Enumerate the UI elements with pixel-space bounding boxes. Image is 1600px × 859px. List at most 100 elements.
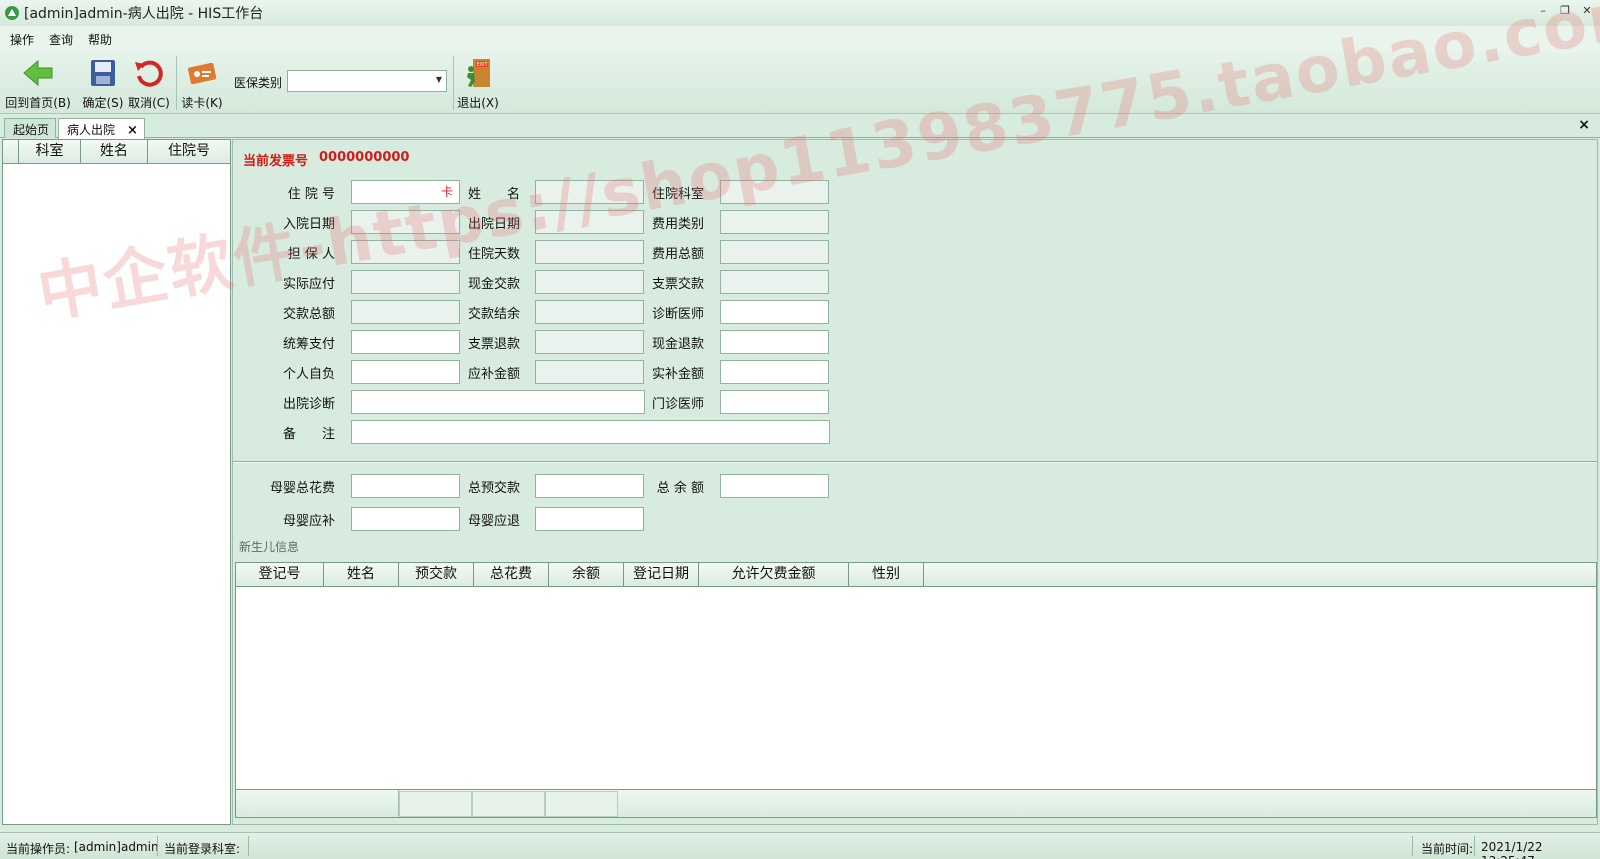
- tab-close-icon[interactable]: ×: [127, 123, 138, 138]
- toolbar: 回到首页(B) 确定(S) 取消(C) 读卡(K) 医保类别 ▼ EXIT 退出…: [0, 52, 1600, 114]
- title-bar: [admin]admin-病人出院 - HIS工作台 – ❐ ✕: [0, 0, 1600, 26]
- mother-baby-supplement-label: 母婴应补: [282, 514, 335, 529]
- total-fee-label: 费用总额: [651, 247, 704, 262]
- dept-label: 当前登录科室:: [164, 842, 241, 856]
- time-label: 当前时间:: [1421, 842, 1474, 856]
- total-balance-input[interactable]: [720, 474, 829, 498]
- read-card-button[interactable]: 读卡(K): [181, 52, 223, 114]
- discharge-diagnosis-label: 出院诊断: [282, 397, 335, 412]
- footer-sum-total-cost: [472, 791, 545, 817]
- fee-category-input[interactable]: [720, 210, 829, 234]
- col-prepaid[interactable]: 预交款: [399, 563, 474, 586]
- home-button[interactable]: 回到首页(B): [4, 52, 72, 114]
- discharge-panel: 当前发票号 0000000000 住 院 号 卡 姓 名 住院科室 入院日期 出…: [232, 139, 1598, 825]
- app-icon: [5, 6, 19, 20]
- footer-sum-balance: [545, 791, 618, 817]
- exit-button[interactable]: EXIT 退出(X): [456, 52, 500, 114]
- close-all-tabs-icon[interactable]: ×: [1578, 117, 1590, 133]
- outpatient-doctor-input[interactable]: [720, 390, 829, 414]
- close-icon[interactable]: ✕: [1580, 4, 1594, 18]
- diagnosis-doctor-input[interactable]: [720, 300, 829, 324]
- remarks-label: 备 注: [282, 427, 335, 442]
- menu-query[interactable]: 查询: [48, 29, 74, 50]
- window-title: [admin]admin-病人出院 - HIS工作台: [24, 6, 264, 22]
- inpatient-no-label: 住 院 号: [287, 187, 335, 202]
- chevron-down-icon: ▼: [435, 75, 442, 84]
- mother-baby-total-label: 母婴总花费: [269, 481, 335, 496]
- cash-refund-input[interactable]: [720, 330, 829, 354]
- pooled-payment-label: 统筹支付: [282, 337, 335, 352]
- exit-door-icon: EXIT: [467, 59, 490, 87]
- newborn-grid-footer: [236, 789, 1596, 817]
- mother-baby-refund-label: 母婴应退: [467, 514, 520, 529]
- total-prepaid-label: 总预交款: [467, 481, 520, 496]
- actual-supplement-input[interactable]: [720, 360, 829, 384]
- payment-balance-label: 交款结余: [467, 307, 520, 322]
- col-balance[interactable]: 余额: [549, 563, 624, 586]
- id-card-icon: [187, 62, 217, 85]
- menu-help[interactable]: 帮助: [87, 29, 113, 50]
- tab-bar: 起始页 病人出院 × ×: [0, 115, 1600, 139]
- footer-sum-prepaid: [399, 791, 472, 817]
- tab-patient-discharge[interactable]: 病人出院 ×: [58, 118, 145, 139]
- tab-start-page[interactable]: 起始页: [4, 118, 57, 138]
- back-arrow-icon: [23, 59, 53, 87]
- current-time: 2021/1/22 13:25:47: [1481, 840, 1543, 859]
- ward-dept-input[interactable]: [720, 180, 829, 204]
- actual-payable-label: 实际应付: [282, 277, 335, 292]
- toolbar-separator: [176, 56, 177, 110]
- section-divider: [233, 461, 1597, 463]
- remarks-input[interactable]: [351, 420, 830, 444]
- confirm-button[interactable]: 确定(S): [82, 52, 124, 114]
- menu-bar: 操作 查询 帮助: [0, 26, 1600, 52]
- name-label: 姓 名: [467, 187, 520, 202]
- col-dept[interactable]: 科室: [19, 140, 81, 163]
- col-name[interactable]: 姓名: [81, 140, 148, 163]
- payment-total-label: 交款总额: [282, 307, 335, 322]
- outpatient-doctor-label: 门诊医师: [651, 397, 704, 412]
- newborn-grid-header: 登记号 姓名 预交款 总花费 余额 登记日期 允许欠费金额 性别: [236, 563, 1596, 587]
- days-label: 住院天数: [467, 247, 520, 262]
- restore-icon[interactable]: ❐: [1558, 4, 1572, 18]
- due-supplement-label: 应补金额: [467, 367, 520, 382]
- diagnosis-doctor-label: 诊断医师: [651, 307, 704, 322]
- status-bar: 当前操作员: [admin]admin 当前登录科室: 当前时间: 2021/1…: [0, 832, 1600, 859]
- newborn-section-title: 新生儿信息: [239, 540, 300, 554]
- insurance-type-label: 医保类别: [234, 76, 283, 90]
- actual-supplement-label: 实补金额: [651, 367, 704, 382]
- cash-payment-label: 现金交款: [467, 277, 520, 292]
- cash-refund-label: 现金退款: [651, 337, 704, 352]
- admission-date-label: 入院日期: [282, 217, 335, 232]
- check-payment-label: 支票交款: [651, 277, 704, 292]
- operator-value: [admin]admin: [74, 840, 159, 854]
- exit-sign-text: EXIT: [476, 62, 488, 68]
- fee-category-label: 费用类别: [651, 217, 704, 232]
- col-total-cost[interactable]: 总花费: [474, 563, 549, 586]
- mother-baby-refund-input[interactable]: [535, 507, 644, 531]
- menu-operate[interactable]: 操作: [9, 29, 35, 50]
- self-pay-label: 个人自负: [282, 367, 335, 382]
- guarantor-label: 担 保 人: [287, 247, 335, 262]
- col-gender[interactable]: 性别: [849, 563, 924, 586]
- newborn-grid: 登记号 姓名 预交款 总花费 余额 登记日期 允许欠费金额 性别: [235, 562, 1597, 818]
- col-inpatient-no[interactable]: 住院号: [148, 140, 230, 163]
- col-baby-name[interactable]: 姓名: [324, 563, 399, 586]
- col-reg-date[interactable]: 登记日期: [624, 563, 699, 586]
- check-refund-label: 支票退款: [467, 337, 520, 352]
- col-allowed-arrears[interactable]: 允许欠费金额: [699, 563, 849, 586]
- check-payment-input[interactable]: [720, 270, 829, 294]
- operator-label: 当前操作员:: [6, 842, 71, 856]
- total-fee-input[interactable]: [720, 240, 829, 264]
- minimize-icon[interactable]: –: [1536, 4, 1550, 18]
- insurance-type-select[interactable]: ▼: [287, 70, 447, 92]
- discharge-date-label: 出院日期: [467, 217, 520, 232]
- save-disk-icon: [91, 60, 115, 86]
- patient-list: 科室 姓名 住院号: [2, 139, 231, 825]
- patient-list-header: 科室 姓名 住院号: [3, 140, 230, 164]
- toolbar-separator: [453, 56, 454, 110]
- window-controls: – ❐ ✕: [1536, 4, 1594, 18]
- total-balance-label: 总 余 额: [656, 481, 704, 496]
- cancel-button[interactable]: 取消(C): [128, 52, 170, 114]
- discharge-diagnosis-input[interactable]: [351, 390, 645, 414]
- col-reg-no[interactable]: 登记号: [236, 563, 324, 586]
